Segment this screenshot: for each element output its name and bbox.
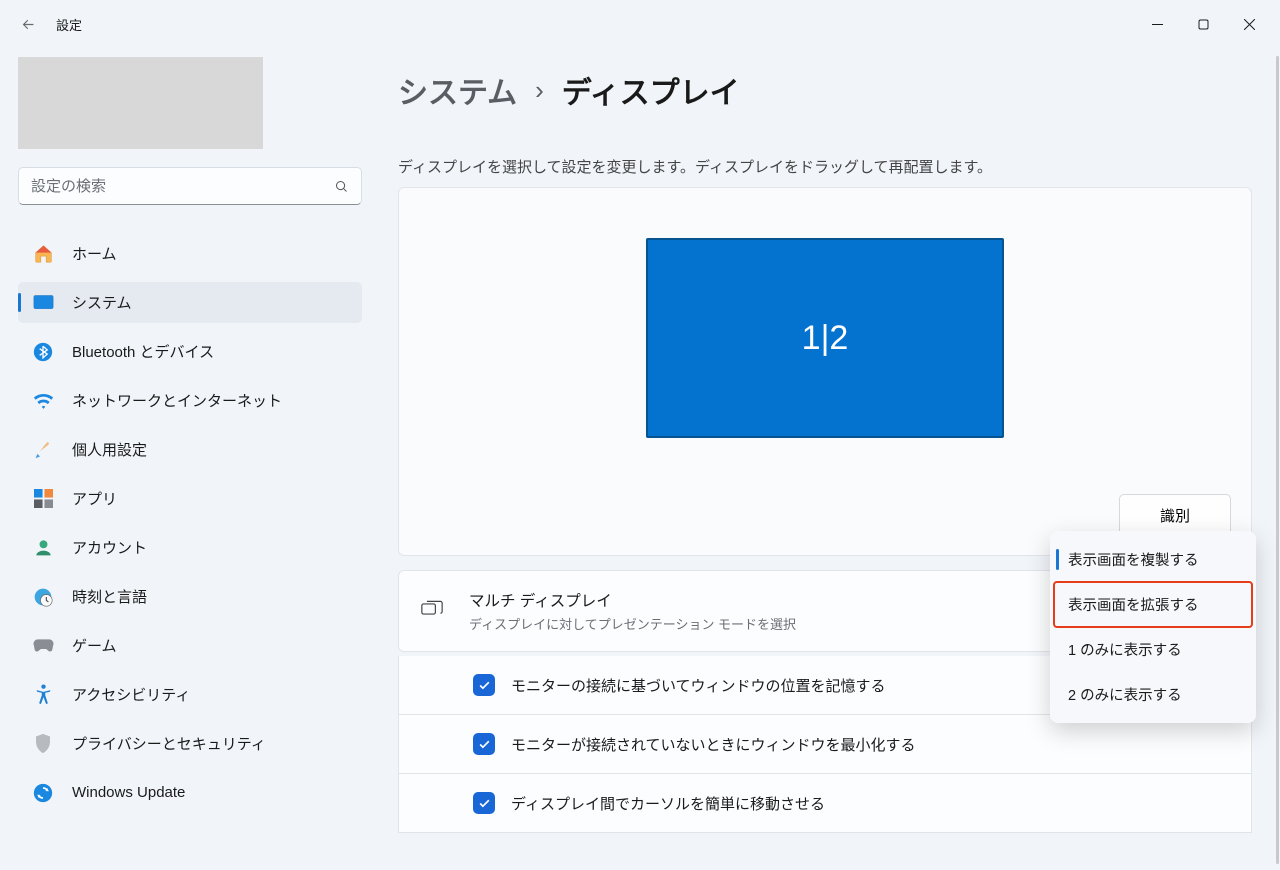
shield-icon bbox=[32, 733, 54, 755]
dropdown-item-only-1[interactable]: 1 のみに表示する bbox=[1054, 627, 1252, 672]
sidebar-item-label: ホーム bbox=[72, 243, 117, 264]
sidebar-item-label: プライバシーとセキュリティ bbox=[72, 733, 266, 754]
search-icon bbox=[334, 179, 349, 194]
account-icon bbox=[32, 537, 54, 559]
scrollbar[interactable] bbox=[1276, 56, 1279, 864]
window-title: 設定 bbox=[56, 15, 82, 34]
sidebar-item-label: ゲーム bbox=[72, 635, 117, 656]
checkbox-checked[interactable] bbox=[473, 792, 495, 814]
display-monitor[interactable]: 1|2 bbox=[646, 238, 1004, 438]
display-mode-dropdown[interactable]: 表示画面を複製する 表示画面を拡張する 1 のみに表示する 2 のみに表示する bbox=[1050, 531, 1256, 723]
dropdown-item-extend[interactable]: 表示画面を拡張する bbox=[1054, 582, 1252, 627]
breadcrumb: システム › ディスプレイ bbox=[398, 68, 1252, 112]
sidebar-item-label: 個人用設定 bbox=[72, 439, 147, 460]
maximize-icon bbox=[1198, 19, 1209, 30]
checkbox-checked[interactable] bbox=[473, 733, 495, 755]
checkbox-label: ディスプレイ間でカーソルを簡単に移動させる bbox=[511, 793, 825, 814]
breadcrumb-separator: › bbox=[535, 75, 544, 106]
paint-icon bbox=[32, 439, 54, 461]
check-icon bbox=[478, 797, 491, 810]
back-button[interactable] bbox=[8, 4, 48, 44]
sidebar: ホーム システム Bluetooth とデバイス ネットワークとインターネット … bbox=[0, 48, 380, 870]
sidebar-item-label: ネットワークとインターネット bbox=[72, 390, 282, 411]
sidebar-item-personalization[interactable]: 個人用設定 bbox=[18, 429, 362, 470]
checkbox-checked[interactable] bbox=[473, 674, 495, 696]
sidebar-nav: ホーム システム Bluetooth とデバイス ネットワークとインターネット … bbox=[18, 233, 362, 813]
main-content: システム › ディスプレイ ディスプレイを選択して設定を変更します。ディスプレイ… bbox=[398, 58, 1252, 870]
sidebar-item-label: アプリ bbox=[72, 488, 117, 509]
sidebar-item-windows-update[interactable]: Windows Update bbox=[18, 772, 362, 813]
dropdown-item-only-2[interactable]: 2 のみに表示する bbox=[1054, 672, 1252, 717]
titlebar: 設定 bbox=[0, 0, 1280, 48]
sidebar-item-label: Bluetooth とデバイス bbox=[72, 341, 214, 362]
minimize-button[interactable] bbox=[1134, 4, 1180, 44]
help-text: ディスプレイを選択して設定を変更します。ディスプレイをドラッグして再配置します。 bbox=[398, 156, 1252, 177]
sidebar-item-label: Windows Update bbox=[72, 784, 185, 801]
display-arrangement-panel: 1|2 識別 bbox=[398, 187, 1252, 556]
sidebar-item-label: システム bbox=[72, 292, 132, 313]
sidebar-item-label: アカウント bbox=[72, 537, 147, 558]
close-button[interactable] bbox=[1226, 4, 1272, 44]
wifi-icon bbox=[32, 390, 54, 412]
sidebar-item-apps[interactable]: アプリ bbox=[18, 478, 362, 519]
sidebar-item-home[interactable]: ホーム bbox=[18, 233, 362, 274]
search-input[interactable] bbox=[31, 178, 334, 195]
checkbox-label: モニターが接続されていないときにウィンドウを最小化する bbox=[511, 734, 916, 755]
checkbox-label: モニターの接続に基づいてウィンドウの位置を記憶する bbox=[511, 675, 886, 696]
breadcrumb-current: ディスプレイ bbox=[562, 68, 740, 112]
accessibility-icon bbox=[32, 684, 54, 706]
sidebar-item-accessibility[interactable]: アクセシビリティ bbox=[18, 674, 362, 715]
sidebar-item-time-language[interactable]: 時刻と言語 bbox=[18, 576, 362, 617]
close-icon bbox=[1244, 19, 1255, 30]
sidebar-item-network[interactable]: ネットワークとインターネット bbox=[18, 380, 362, 421]
system-icon bbox=[32, 292, 54, 314]
check-icon bbox=[478, 679, 491, 692]
maximize-button[interactable] bbox=[1180, 4, 1226, 44]
minimize-icon bbox=[1152, 19, 1163, 30]
clock-globe-icon bbox=[32, 586, 54, 608]
arrow-left-icon bbox=[20, 16, 37, 33]
sidebar-item-bluetooth[interactable]: Bluetooth とデバイス bbox=[18, 331, 362, 372]
apps-icon bbox=[32, 488, 54, 510]
dropdown-item-duplicate[interactable]: 表示画面を複製する bbox=[1054, 537, 1252, 582]
gamepad-icon bbox=[32, 635, 54, 657]
sidebar-item-gaming[interactable]: ゲーム bbox=[18, 625, 362, 666]
sidebar-item-label: アクセシビリティ bbox=[72, 684, 190, 705]
bluetooth-icon bbox=[32, 341, 54, 363]
update-icon bbox=[32, 782, 54, 804]
search-box[interactable] bbox=[18, 167, 362, 205]
sidebar-item-label: 時刻と言語 bbox=[72, 586, 147, 607]
checkbox-row-minimize-disconnect[interactable]: モニターが接続されていないときにウィンドウを最小化する bbox=[398, 715, 1252, 774]
sidebar-item-system[interactable]: システム bbox=[18, 282, 362, 323]
sidebar-item-accounts[interactable]: アカウント bbox=[18, 527, 362, 568]
breadcrumb-parent[interactable]: システム bbox=[398, 68, 517, 112]
user-account-placeholder[interactable] bbox=[18, 57, 263, 149]
window-controls bbox=[1134, 4, 1272, 44]
home-icon bbox=[32, 243, 54, 265]
check-icon bbox=[478, 738, 491, 751]
checkbox-row-cursor-move[interactable]: ディスプレイ間でカーソルを簡単に移動させる bbox=[398, 774, 1252, 833]
sidebar-item-privacy[interactable]: プライバシーとセキュリティ bbox=[18, 723, 362, 764]
multi-display-icon bbox=[421, 600, 445, 623]
